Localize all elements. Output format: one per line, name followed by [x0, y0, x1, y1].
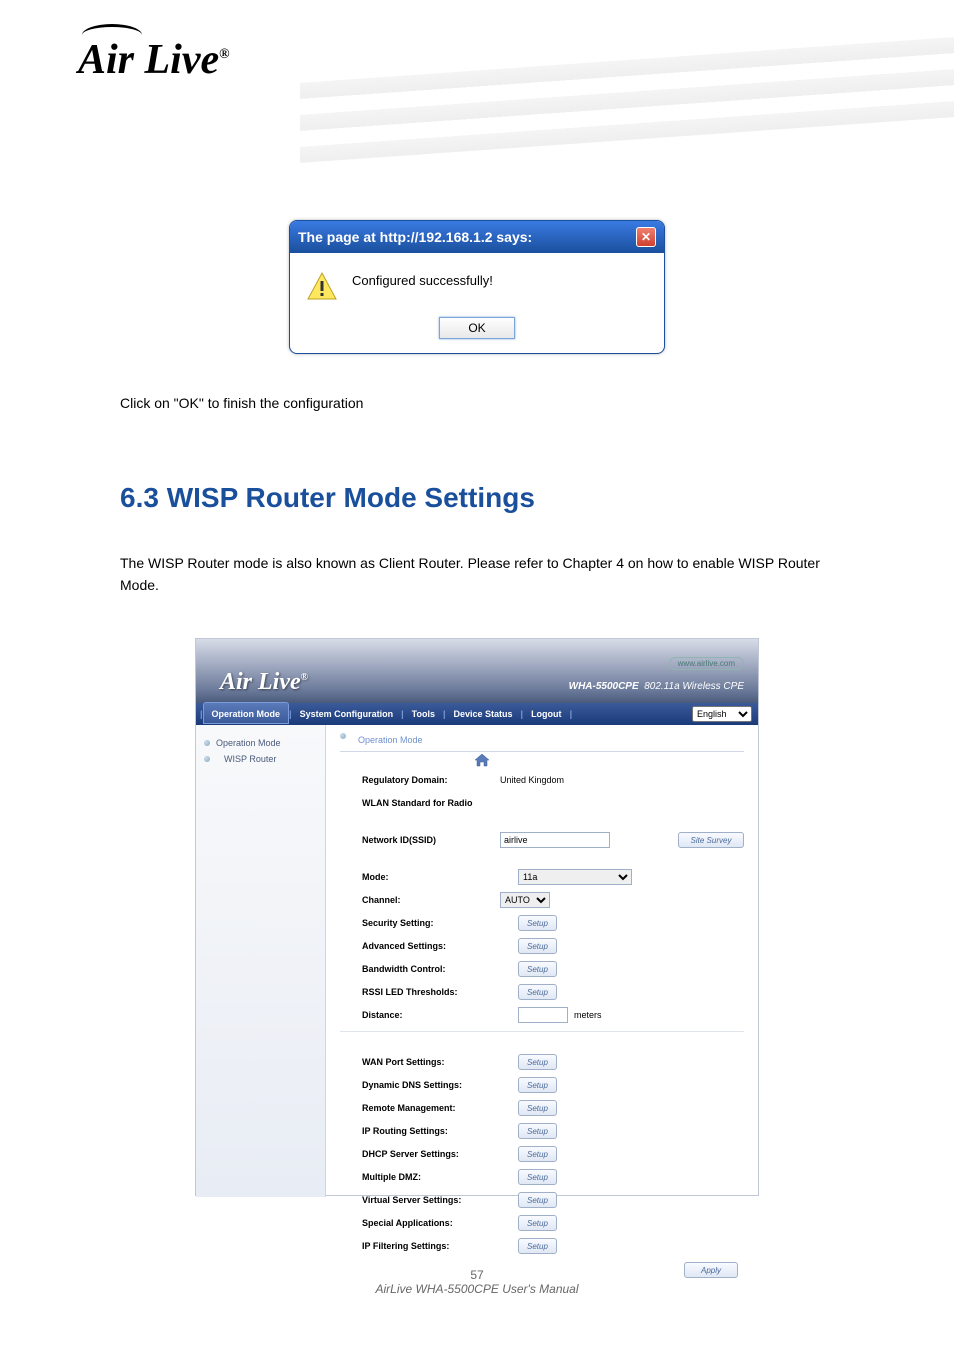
sidebar-item-operation-mode[interactable]: Operation Mode — [202, 735, 319, 751]
dhcp-setup-button[interactable]: Setup — [518, 1146, 557, 1162]
admin-body: Operation Mode WISP Router Operation Mod… — [196, 725, 758, 1197]
label-ddns: Dynamic DNS Settings: — [340, 1080, 500, 1090]
dialog-actions: OK — [290, 311, 664, 353]
label-mode: Mode: — [340, 872, 500, 882]
label-iprouting: IP Routing Settings: — [340, 1126, 500, 1136]
sidebar-item-wisp-router[interactable]: WISP Router — [202, 751, 319, 767]
label-advanced: Advanced Settings: — [340, 941, 500, 951]
form-area: Regulatory Domain: United Kingdom WLAN S… — [340, 770, 744, 1278]
advanced-setup-button[interactable]: Setup — [518, 938, 557, 954]
alert-dialog: The page at http://192.168.1.2 says: ✕ C… — [289, 220, 665, 354]
ipfilter-setup-button[interactable]: Setup — [518, 1238, 557, 1254]
section-heading: 6.3 WISP Router Mode Settings — [120, 482, 535, 514]
admin-main: Operation Mode Regulatory Domain: United… — [326, 725, 758, 1197]
tab-operation-mode[interactable]: Operation Mode — [203, 702, 290, 724]
label-wlan-std: WLAN Standard for Radio — [340, 798, 500, 808]
bandwidth-setup-button[interactable]: Setup — [518, 961, 557, 977]
ok-button[interactable]: OK — [439, 317, 515, 339]
wan-setup-button[interactable]: Setup — [518, 1054, 557, 1070]
label-reg-domain: Regulatory Domain: — [340, 775, 500, 785]
footer-product: AirLive WHA-5500CPE User's Manual — [375, 1282, 578, 1296]
distance-input[interactable] — [518, 1007, 568, 1023]
admin-logo: Air Live® — [220, 669, 308, 696]
rssi-setup-button[interactable]: Setup — [518, 984, 557, 1000]
close-icon[interactable]: ✕ — [636, 227, 656, 247]
label-bandwidth: Bandwidth Control: — [340, 964, 500, 974]
breadcrumb: Operation Mode — [340, 733, 744, 752]
body-text-2: The WISP Router mode is also known as Cl… — [120, 552, 834, 597]
admin-sidebar: Operation Mode WISP Router — [196, 725, 326, 1197]
security-setup-button[interactable]: Setup — [518, 915, 557, 931]
admin-url: www.airlive.com — [669, 657, 744, 670]
header-gradient — [300, 37, 954, 163]
warning-icon — [306, 271, 338, 303]
label-ipfilter: IP Filtering Settings: — [340, 1241, 500, 1251]
admin-model: WHA-5500CPE 802.11a Wireless CPE — [569, 681, 744, 692]
label-distance: Distance: — [340, 1010, 500, 1020]
label-vserver: Virtual Server Settings: — [340, 1195, 500, 1205]
dialog-title: The page at http://192.168.1.2 says: — [298, 229, 532, 245]
section-number: 6.3 — [120, 482, 159, 513]
dialog-container: The page at http://192.168.1.2 says: ✕ C… — [289, 220, 665, 354]
remote-setup-button[interactable]: Setup — [518, 1100, 557, 1116]
dialog-body: Configured successfully! — [290, 253, 664, 311]
language-select-wrap: English — [692, 706, 752, 722]
label-channel: Channel: — [340, 895, 500, 905]
tab-system-config[interactable]: System Configuration — [292, 703, 402, 725]
site-survey-button[interactable]: Site Survey — [678, 832, 744, 848]
page-footer: 57 AirLive WHA-5500CPE User's Manual — [0, 1268, 954, 1296]
label-rssi: RSSI LED Thresholds: — [340, 987, 500, 997]
tab-tools[interactable]: Tools — [404, 703, 443, 725]
home-icon[interactable] — [474, 753, 490, 767]
body-text-1: Click on "OK" to finish the configuratio… — [120, 392, 834, 414]
spapp-setup-button[interactable]: Setup — [518, 1215, 557, 1231]
label-spapp: Special Applications: — [340, 1218, 500, 1228]
ddns-setup-button[interactable]: Setup — [518, 1077, 557, 1093]
label-dmz: Multiple DMZ: — [340, 1172, 500, 1182]
label-wan: WAN Port Settings: — [340, 1057, 500, 1067]
admin-screenshot: www.airlive.com Air Live® WHA-5500CPE 80… — [195, 638, 759, 1196]
distance-unit: meters — [574, 1010, 602, 1020]
dialog-message: Configured successfully! — [352, 271, 493, 288]
channel-select[interactable]: AUTO — [500, 892, 550, 908]
admin-nav: | Operation Mode | System Configuration … — [196, 703, 758, 725]
mode-select[interactable]: 11a — [518, 869, 632, 885]
section-title: WISP Router Mode Settings — [167, 482, 535, 513]
airlive-logo: Air Live® — [78, 36, 230, 84]
tab-logout[interactable]: Logout — [523, 703, 570, 725]
label-ssid: Network ID(SSID) — [340, 835, 500, 845]
label-dhcp: DHCP Server Settings: — [340, 1149, 500, 1159]
value-reg-domain: United Kingdom — [500, 775, 744, 785]
language-select[interactable]: English — [692, 706, 752, 722]
page-number: 57 — [470, 1268, 483, 1282]
iprouting-setup-button[interactable]: Setup — [518, 1123, 557, 1139]
label-security: Security Setting: — [340, 918, 500, 928]
dmz-setup-button[interactable]: Setup — [518, 1169, 557, 1185]
tab-device-status[interactable]: Device Status — [446, 703, 521, 725]
ssid-input[interactable] — [500, 832, 610, 848]
dialog-titlebar: The page at http://192.168.1.2 says: ✕ — [290, 221, 664, 253]
label-remote: Remote Management: — [340, 1103, 500, 1113]
vserver-setup-button[interactable]: Setup — [518, 1192, 557, 1208]
page-header: Air Live® — [0, 0, 954, 170]
